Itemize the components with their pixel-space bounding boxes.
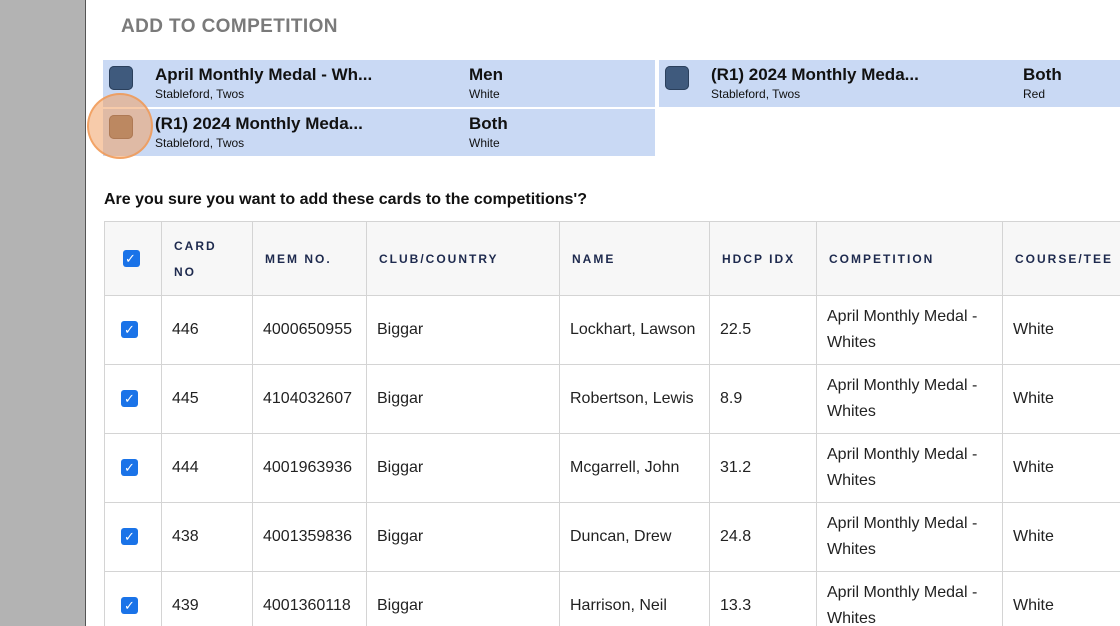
mem-no-cell: 4001359836 [252,502,367,572]
select-all-checkbox[interactable]: ✓ [123,249,140,267]
table-row: ✓ 438 4001359836 Biggar Duncan, Drew 24.… [104,502,1120,572]
competition-checkbox[interactable] [665,66,689,90]
row-checkbox[interactable]: ✓ [121,459,138,476]
background-gutter [0,0,85,626]
name-cell: Mcgarrell, John [559,433,710,503]
hdcp-cell: 24.8 [709,502,817,572]
tee-cell: White [1002,571,1120,626]
table-row: ✓ 446 4000650955 Biggar Lockhart, Lawson… [104,295,1120,365]
header-hdcp-idx[interactable]: HDCP IDX [709,221,817,296]
club-cell: Biggar [366,295,560,365]
competition-format: Stableford, Twos [711,87,801,101]
competition-gender: Men [469,65,503,84]
mem-no-cell: 4001360118 [252,571,367,626]
competition-name: April Monthly Medal - Wh... [155,65,373,84]
header-card-no[interactable]: CARD NO [161,221,253,296]
competition-tee: Red [1023,87,1046,101]
dialog-title: ADD TO COMPETITION [121,16,338,37]
row-checkbox[interactable]: ✓ [121,321,138,338]
confirm-question: Are you sure you want to add these cards… [104,191,587,208]
competition-option-3[interactable]: (R1) 2024 Monthly Meda... Stableford, Tw… [103,109,655,156]
hdcp-cell: 31.2 [709,433,817,503]
club-cell: Biggar [366,364,560,434]
row-checkbox[interactable]: ✓ [121,528,138,545]
row-select-cell: ✓ [104,571,162,626]
table-row: ✓ 445 4104032607 Biggar Robertson, Lewis… [104,364,1120,434]
competition-name: (R1) 2024 Monthly Meda... [711,65,919,84]
hdcp-cell: 8.9 [709,364,817,434]
competition-name: (R1) 2024 Monthly Meda... [155,114,363,133]
row-select-cell: ✓ [104,295,162,365]
tee-cell: White [1002,433,1120,503]
header-mem-no[interactable]: MEM NO. [252,221,367,296]
club-cell: Biggar [366,502,560,572]
row-select-cell: ✓ [104,364,162,434]
hdcp-cell: 13.3 [709,571,817,626]
table-row: ✓ 439 4001360118 Biggar Harrison, Neil 1… [104,571,1120,626]
competition-format: Stableford, Twos [155,87,245,101]
competition-tee: White [469,136,500,150]
tee-cell: White [1002,295,1120,365]
name-cell: Robertson, Lewis [559,364,710,434]
name-cell: Lockhart, Lawson [559,295,710,365]
card-no-cell: 444 [161,433,253,503]
header-club-country[interactable]: CLUB/COUNTRY [366,221,560,296]
name-cell: Harrison, Neil [559,571,710,626]
card-no-cell: 438 [161,502,253,572]
competition-option-1[interactable]: April Monthly Medal - Wh... Stableford, … [103,60,655,107]
club-cell: Biggar [366,433,560,503]
add-to-competition-dialog: ADD TO COMPETITION April Monthly Medal -… [85,0,1120,626]
card-no-cell: 445 [161,364,253,434]
competition-tee: White [469,87,500,101]
mem-no-cell: 4104032607 [252,364,367,434]
cursor-highlight [87,93,153,159]
competition-cell: April Monthly Medal - Whites [816,295,1003,365]
hdcp-cell: 22.5 [709,295,817,365]
cards-table: ✓ CARD NO MEM NO. CLUB/COUNTRY NAME HDCP… [104,221,1120,626]
tee-cell: White [1002,502,1120,572]
mem-no-cell: 4001963936 [252,433,367,503]
card-no-cell: 439 [161,571,253,626]
name-cell: Duncan, Drew [559,502,710,572]
competition-gender: Both [1023,65,1062,84]
header-course-tee[interactable]: COURSE/TEE [1002,221,1120,296]
header-competition[interactable]: COMPETITION [816,221,1003,296]
competition-gender: Both [469,114,508,133]
table-row: ✓ 444 4001963936 Biggar Mcgarrell, John … [104,433,1120,503]
table-header-row: ✓ CARD NO MEM NO. CLUB/COUNTRY NAME HDCP… [104,221,1120,296]
row-select-cell: ✓ [104,433,162,503]
competition-cell: April Monthly Medal - Whites [816,571,1003,626]
tee-cell: White [1002,364,1120,434]
select-all-header: ✓ [104,221,162,296]
competition-cell: April Monthly Medal - Whites [816,364,1003,434]
competition-cell: April Monthly Medal - Whites [816,433,1003,503]
mem-no-cell: 4000650955 [252,295,367,365]
club-cell: Biggar [366,571,560,626]
competition-option-2[interactable]: (R1) 2024 Monthly Meda... Stableford, Tw… [659,60,1120,107]
competition-format: Stableford, Twos [155,136,245,150]
competition-cell: April Monthly Medal - Whites [816,502,1003,572]
row-checkbox[interactable]: ✓ [121,597,138,614]
competition-checkbox[interactable] [109,66,133,90]
card-no-cell: 446 [161,295,253,365]
row-select-cell: ✓ [104,502,162,572]
row-checkbox[interactable]: ✓ [121,390,138,407]
header-name[interactable]: NAME [559,221,710,296]
